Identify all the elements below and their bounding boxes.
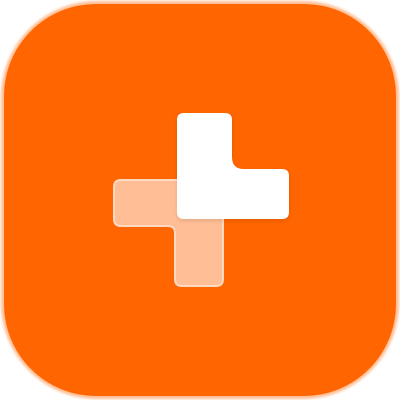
icon-canvas: [0, 0, 400, 400]
app-logo-icon: [1, 1, 399, 399]
